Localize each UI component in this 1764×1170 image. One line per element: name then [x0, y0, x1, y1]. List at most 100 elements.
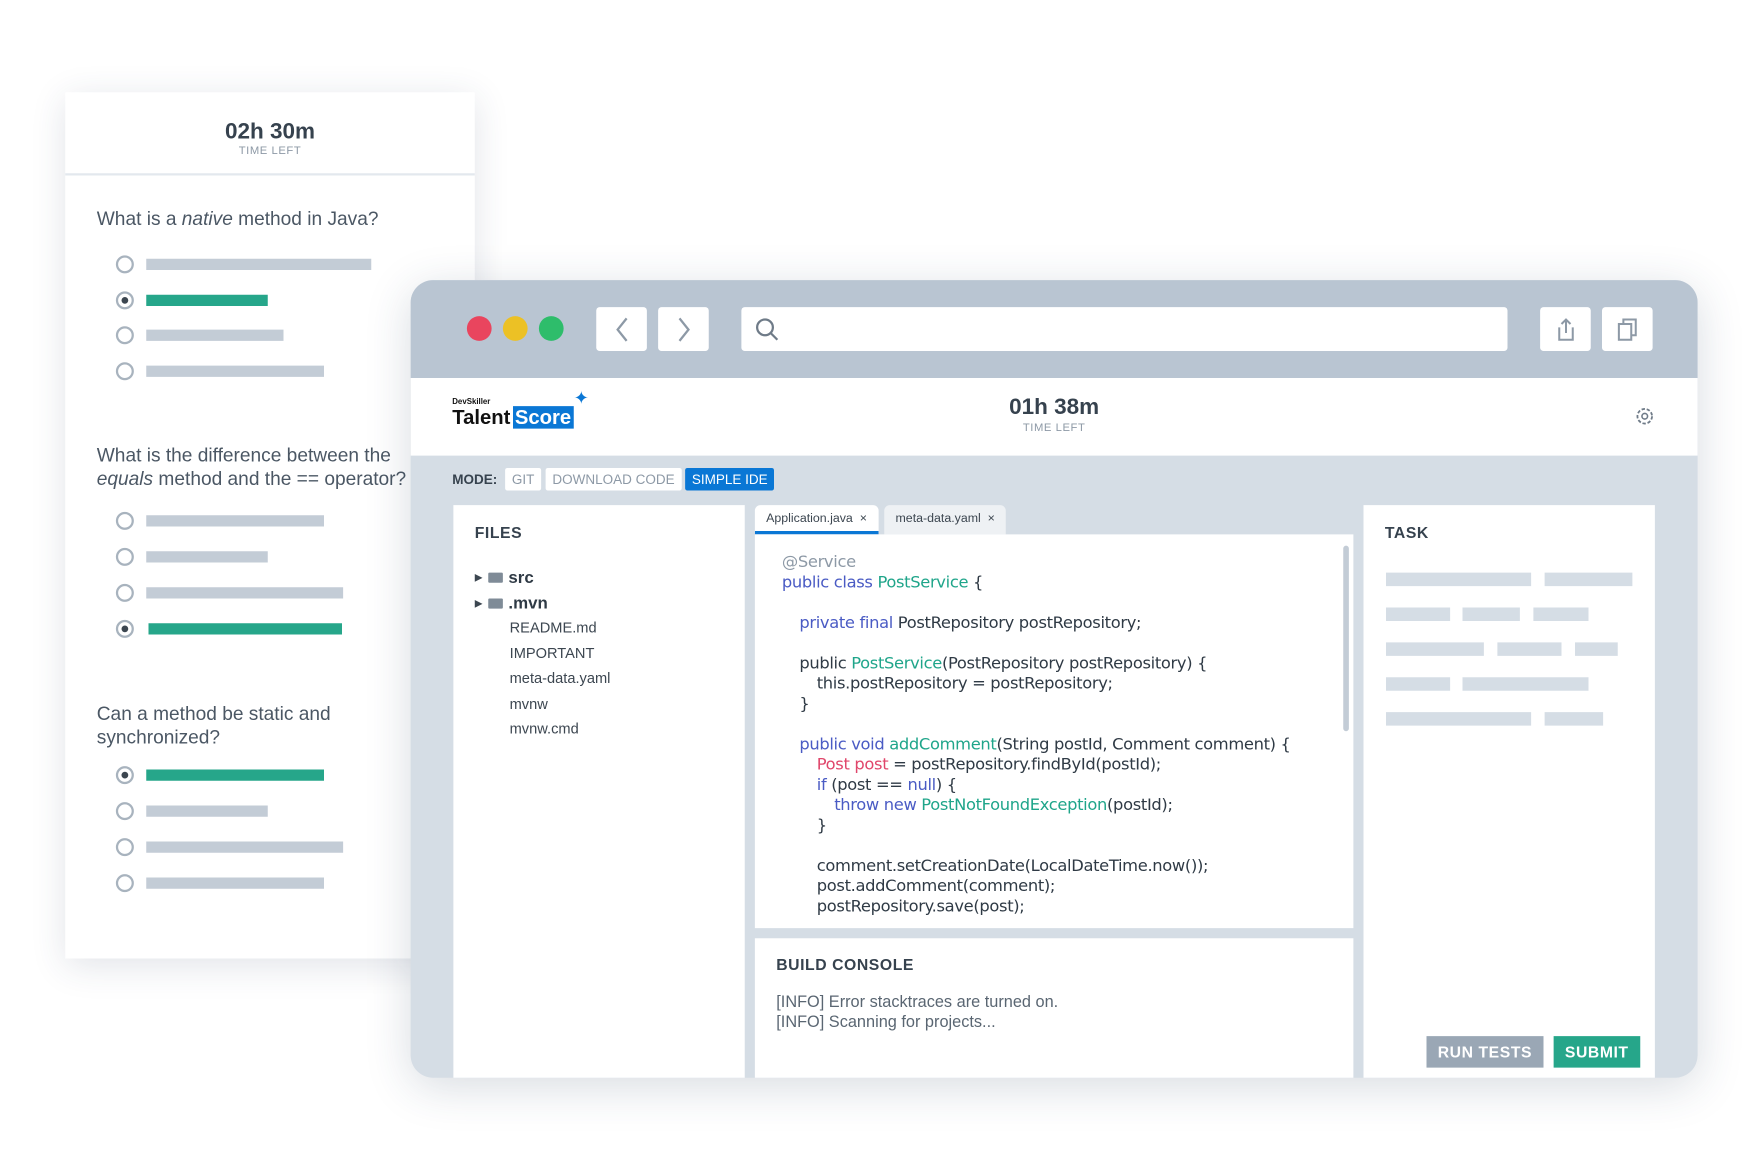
files-panel: FILES ▶ src ▶ .mvn README.md IMPORTANT meta-da…: [453, 505, 745, 1078]
code-editor[interactable]: @Service public class PostService { privat…: [754, 534, 1354, 929]
code-token: (String postId, Comment comment) {: [996, 735, 1291, 754]
task-placeholder: [1544, 712, 1604, 726]
expand-arrow-icon[interactable]: ▶: [475, 597, 483, 609]
mode-label: MODE:: [452, 471, 498, 488]
mode-git[interactable]: GIT: [505, 468, 542, 491]
answer-placeholder: [146, 329, 284, 341]
answer-radio[interactable]: [115, 766, 134, 785]
code-line: public class PostService {: [782, 573, 1291, 593]
task-placeholder: [1386, 677, 1451, 691]
share-button[interactable]: [1540, 307, 1591, 351]
code-token: (post ==: [831, 776, 908, 795]
folder-icon: [488, 572, 503, 583]
code-token: addComment: [889, 735, 997, 754]
q3-line1: Can a method be static and: [96, 703, 331, 725]
quiz-timer-label: TIME LEFT: [238, 145, 302, 158]
file-item[interactable]: mvnw: [510, 695, 548, 712]
copy-button[interactable]: [1602, 307, 1653, 351]
code-line: Post post = postRepository.findById(post…: [782, 755, 1291, 775]
code-token: public class: [781, 573, 878, 592]
task-placeholder: [1462, 607, 1520, 621]
close-icon[interactable]: ×: [988, 512, 995, 526]
answer-radio[interactable]: [115, 874, 134, 893]
answer-radio[interactable]: [115, 255, 134, 274]
submit-button[interactable]: SUBMIT: [1553, 1036, 1640, 1068]
answer-radio[interactable]: [115, 511, 134, 530]
logo-talent: Talent: [452, 406, 511, 429]
forward-button[interactable]: [658, 307, 709, 351]
answer-radio[interactable]: [115, 619, 134, 638]
code-line: comment.setCreationDate(LocalDateTime.no…: [782, 856, 1291, 876]
answer-radio[interactable]: [115, 326, 134, 345]
files-title: FILES: [474, 523, 523, 542]
answer-radio[interactable]: [115, 583, 134, 602]
code-token: private final: [799, 614, 898, 633]
share-icon: [1557, 317, 1574, 341]
address-bar[interactable]: [741, 307, 1508, 351]
editor-scrollbar[interactable]: [1343, 545, 1349, 732]
code-token: = postRepository.findById(postId);: [888, 756, 1161, 774]
close-icon[interactable]: ×: [860, 512, 867, 526]
file-item[interactable]: README.md: [510, 619, 597, 636]
answer-placeholder: [146, 294, 268, 306]
mode-simple-ide[interactable]: SIMPLE IDE: [685, 468, 775, 491]
q3-line2: synchronized?: [96, 726, 221, 749]
app-timer: 01h 38m: [1009, 394, 1100, 420]
code-token: }: [799, 695, 810, 714]
logo-small: DevSkiller: [452, 398, 491, 407]
code-token: }: [816, 816, 827, 835]
code-token: post.addComment(comment);: [816, 877, 1056, 896]
code-token: PostNotFoundException: [921, 796, 1108, 815]
q2-em: equals: [96, 468, 154, 490]
code-token: this.postRepository = postRepository;: [816, 675, 1113, 693]
answer-radio[interactable]: [115, 547, 134, 566]
task-title: TASK: [1384, 523, 1429, 542]
quiz-header: 02h 30m TIME LEFT: [65, 92, 475, 176]
folder-item[interactable]: ▶ .mvn: [475, 594, 548, 613]
close-window-button[interactable]: [466, 316, 492, 341]
task-placeholder: [1386, 607, 1451, 621]
question-3: Can a method be static and synchronized?: [97, 702, 331, 749]
q1-text: What is a: [96, 208, 182, 230]
code-token: @Service: [781, 553, 856, 572]
tab-meta-data-yaml[interactable]: meta-data.yaml ×: [884, 505, 1007, 535]
answer-placeholder: [146, 769, 324, 781]
chevron-right-icon: [678, 317, 690, 342]
code-token: ) {: [935, 776, 957, 795]
file-item[interactable]: IMPORTANT: [510, 644, 595, 661]
expand-arrow-icon[interactable]: ▶: [475, 572, 483, 584]
answer-placeholder: [146, 841, 344, 853]
run-tests-button[interactable]: RUN TESTS: [1426, 1036, 1544, 1068]
back-button[interactable]: [596, 307, 647, 351]
minimize-window-button[interactable]: [502, 316, 528, 341]
tab-application-java[interactable]: Application.java ×: [754, 505, 879, 535]
search-icon: [756, 317, 779, 340]
tab-label: meta-data.yaml: [895, 511, 981, 526]
folder-item[interactable]: ▶ src: [475, 568, 534, 587]
browser-toolbar: [410, 280, 1698, 378]
file-item[interactable]: mvnw.cmd: [510, 720, 579, 737]
code-line: post.addComment(comment);: [782, 876, 1291, 896]
answer-radio[interactable]: [115, 802, 134, 821]
code-token: {: [968, 573, 984, 592]
task-placeholder: [1575, 642, 1618, 656]
answer-radio[interactable]: [115, 362, 134, 381]
answer-radio[interactable]: [115, 838, 134, 857]
settings-button[interactable]: [1635, 406, 1655, 432]
sparkle-icon: ✦: [573, 389, 589, 409]
folder-name: .mvn: [508, 594, 548, 614]
code-line: }: [782, 694, 1291, 714]
answer-radio[interactable]: [115, 291, 134, 310]
answer-placeholder: [146, 587, 344, 599]
code-line: @Service: [782, 552, 1291, 572]
gear-icon: [1636, 408, 1653, 425]
task-placeholder: [1386, 572, 1532, 587]
task-placeholder: [1386, 642, 1484, 656]
file-item[interactable]: meta-data.yaml: [510, 669, 611, 686]
task-placeholder: [1497, 642, 1562, 656]
copy-icon: [1617, 317, 1637, 341]
mode-download-code[interactable]: DOWNLOAD CODE: [545, 468, 682, 491]
maximize-window-button[interactable]: [538, 316, 564, 341]
